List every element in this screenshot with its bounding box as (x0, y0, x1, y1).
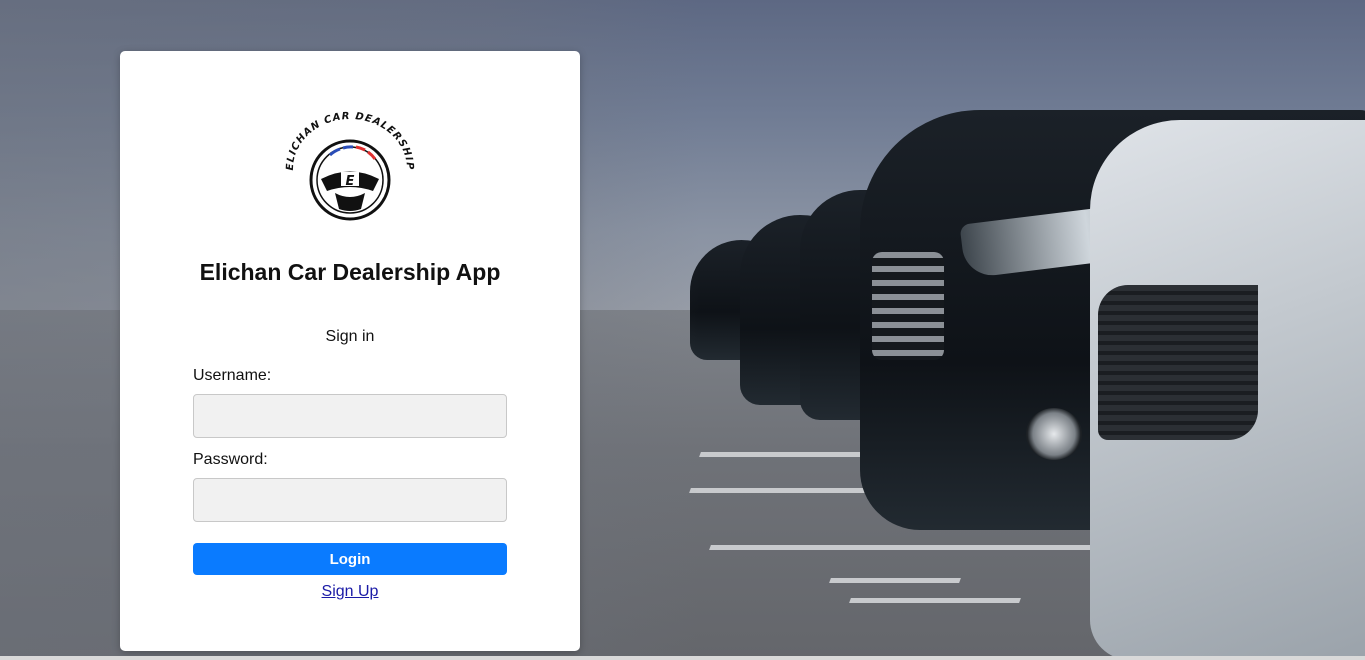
password-input[interactable] (193, 478, 507, 522)
parking-line (849, 598, 1021, 603)
car-grille (872, 252, 944, 360)
password-label: Password: (193, 451, 268, 468)
car-foglight (1026, 408, 1082, 460)
login-button[interactable]: Login (193, 543, 507, 575)
sign-in-heading: Sign in (325, 328, 375, 345)
login-card: ELICHAN CAR DEALERSHIP E Elichan Car Dea… (120, 51, 580, 651)
username-input[interactable] (193, 394, 507, 438)
logo-letter: E (346, 174, 355, 189)
username-label: Username: (193, 367, 272, 384)
dealership-logo: ELICHAN CAR DEALERSHIP E (285, 111, 414, 221)
parking-line (709, 545, 1121, 550)
sign-up-container: Sign Up (120, 583, 580, 601)
sign-up-link[interactable]: Sign Up (322, 583, 379, 600)
parking-line (829, 578, 961, 583)
car-grille (1098, 285, 1258, 440)
app-title: Elichan Car Dealership App (199, 259, 501, 285)
bottom-scrollbar (0, 656, 1365, 660)
